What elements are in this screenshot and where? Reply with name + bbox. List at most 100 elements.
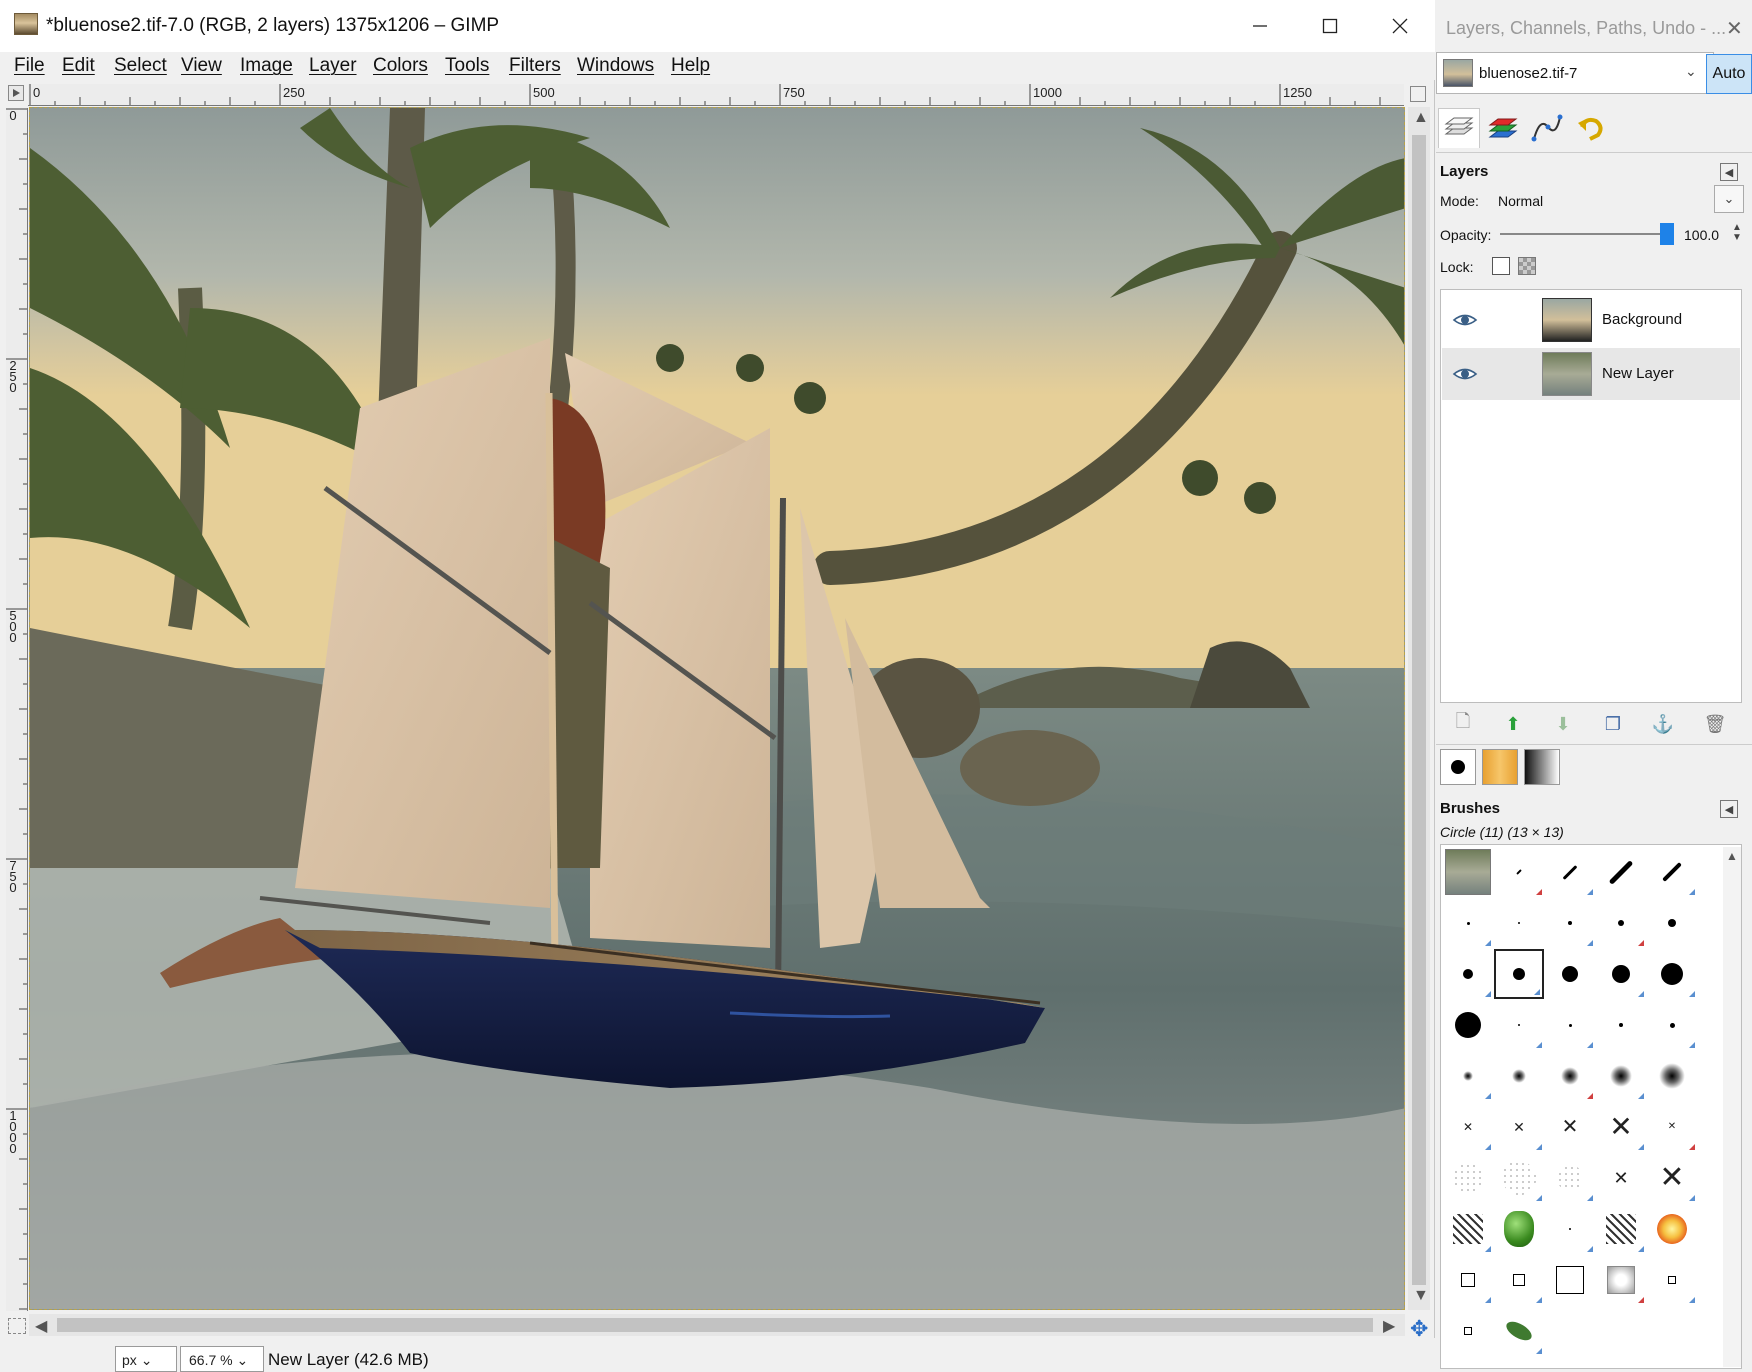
brush-item[interactable]: [1443, 1153, 1493, 1203]
duplicate-layer-icon[interactable]: ❐: [1602, 713, 1624, 735]
menu-colors[interactable]: Colors: [373, 55, 428, 77]
brush-item[interactable]: [1647, 898, 1697, 948]
vertical-scroll-thumb[interactable]: [1412, 135, 1426, 1285]
ruler-menu-button[interactable]: [8, 85, 24, 101]
brush-item[interactable]: [1494, 1204, 1544, 1254]
brush-item[interactable]: [1545, 847, 1595, 897]
layer-row[interactable]: New Layer: [1442, 348, 1740, 400]
brush-item[interactable]: [1494, 1153, 1544, 1203]
menu-select[interactable]: Select: [114, 55, 167, 77]
menu-image[interactable]: Image: [240, 55, 293, 77]
brush-grid-scrollbar[interactable]: ▲: [1723, 847, 1741, 1367]
tab-brushes[interactable]: [1440, 749, 1476, 785]
panel-menu-button[interactable]: ◀: [1720, 800, 1738, 818]
mode-select[interactable]: Normal: [1498, 193, 1543, 209]
brush-item[interactable]: [1596, 847, 1646, 897]
tab-undo[interactable]: [1570, 108, 1612, 148]
brush-item[interactable]: ✕: [1647, 1102, 1697, 1152]
tab-paths[interactable]: [1526, 108, 1568, 148]
brush-item[interactable]: [1596, 1051, 1646, 1101]
menu-windows[interactable]: Windows: [577, 55, 654, 77]
vertical-ruler[interactable]: 0 250 500 750 1000: [6, 108, 28, 1311]
maximize-button[interactable]: [1295, 0, 1365, 52]
lower-layer-icon[interactable]: ⬇: [1552, 713, 1574, 735]
brush-item[interactable]: [1443, 1306, 1493, 1356]
brush-item[interactable]: ✕: [1596, 1102, 1646, 1152]
scroll-up-icon[interactable]: ▲: [1726, 849, 1738, 863]
scroll-right-icon[interactable]: ▶: [1383, 1316, 1395, 1336]
raise-layer-icon[interactable]: ⬆: [1502, 713, 1524, 735]
menu-view[interactable]: View: [181, 55, 222, 77]
minimize-button[interactable]: [1225, 0, 1295, 52]
brush-item[interactable]: [1494, 949, 1544, 999]
close-icon[interactable]: ✕: [1726, 16, 1743, 41]
brush-item[interactable]: ✕: [1647, 1153, 1697, 1203]
brush-item[interactable]: [1545, 1255, 1595, 1305]
brush-item[interactable]: [1545, 1000, 1595, 1050]
menu-file[interactable]: File: [14, 55, 45, 77]
menu-tools[interactable]: Tools: [445, 55, 489, 77]
delete-layer-icon[interactable]: 🗑: [1704, 713, 1727, 735]
brush-item[interactable]: [1647, 847, 1697, 897]
tab-layers[interactable]: [1438, 108, 1480, 148]
panel-menu-button[interactable]: ◀: [1720, 163, 1738, 181]
brush-item[interactable]: [1494, 1051, 1544, 1101]
brush-item[interactable]: [1545, 1204, 1595, 1254]
brush-item[interactable]: [1494, 1306, 1544, 1356]
brush-item[interactable]: [1443, 898, 1493, 948]
lock-alpha-checkbox[interactable]: [1518, 257, 1536, 275]
lock-pixels-checkbox[interactable]: [1492, 257, 1510, 275]
horizontal-scrollbar[interactable]: ◀ ▶: [29, 1314, 1405, 1336]
tab-patterns[interactable]: [1482, 749, 1518, 785]
opacity-slider[interactable]: [1500, 233, 1660, 235]
menu-layer[interactable]: Layer: [309, 55, 357, 77]
brush-item[interactable]: [1545, 1051, 1595, 1101]
opacity-slider-handle[interactable]: [1660, 223, 1674, 245]
brush-item[interactable]: ✕: [1596, 1153, 1646, 1203]
new-layer-icon[interactable]: 🗋: [1452, 711, 1474, 735]
menu-help[interactable]: Help: [671, 55, 710, 77]
anchor-layer-icon[interactable]: ⚓: [1652, 713, 1674, 735]
scroll-left-icon[interactable]: ◀: [35, 1316, 47, 1336]
brush-item[interactable]: ✕: [1494, 1102, 1544, 1152]
brush-item[interactable]: ✕: [1443, 1102, 1493, 1152]
menu-filters[interactable]: Filters: [509, 55, 561, 77]
brush-item[interactable]: ✕: [1545, 1102, 1595, 1152]
vertical-scrollbar[interactable]: ▲ ▼: [1408, 107, 1430, 1310]
brush-item[interactable]: [1647, 1255, 1697, 1305]
chevron-down-icon[interactable]: ⌄: [1714, 185, 1744, 213]
horizontal-ruler[interactable]: 0 250 500 750 1000 1250: [28, 84, 1404, 106]
brush-item[interactable]: [1443, 949, 1493, 999]
scroll-down-icon[interactable]: ▼: [1413, 1287, 1429, 1305]
brush-item[interactable]: [1545, 949, 1595, 999]
brush-item[interactable]: [1596, 898, 1646, 948]
brush-item[interactable]: [1545, 1153, 1595, 1203]
brush-item[interactable]: [1443, 1051, 1493, 1101]
brush-item[interactable]: [1647, 1204, 1697, 1254]
brush-item[interactable]: [1647, 1051, 1697, 1101]
layer-row[interactable]: Background: [1442, 294, 1740, 346]
eye-icon[interactable]: [1452, 364, 1478, 384]
horizontal-scroll-thumb[interactable]: [57, 1318, 1373, 1332]
image-canvas[interactable]: [29, 107, 1405, 1310]
spin-arrows-icon[interactable]: ▲ ▼: [1732, 223, 1742, 243]
brush-item[interactable]: [1443, 847, 1493, 897]
brush-item[interactable]: [1494, 1255, 1544, 1305]
opacity-value[interactable]: 100.0: [1684, 227, 1719, 243]
unit-select[interactable]: px ⌄: [115, 1346, 177, 1372]
zoom-select[interactable]: 66.7 % ⌄: [180, 1346, 264, 1372]
tab-gradients[interactable]: [1524, 749, 1560, 785]
auto-button[interactable]: Auto: [1706, 54, 1752, 94]
brush-item[interactable]: [1443, 1204, 1493, 1254]
brush-item[interactable]: [1443, 1255, 1493, 1305]
brush-item[interactable]: [1647, 1000, 1697, 1050]
eye-icon[interactable]: [1452, 310, 1478, 330]
brush-item[interactable]: [1596, 949, 1646, 999]
brush-item[interactable]: [1596, 1000, 1646, 1050]
close-button[interactable]: [1365, 0, 1435, 52]
quick-mask-toggle[interactable]: [8, 1318, 26, 1334]
brush-item[interactable]: [1494, 898, 1544, 948]
tab-channels[interactable]: [1482, 108, 1524, 148]
menu-edit[interactable]: Edit: [62, 55, 95, 77]
scroll-up-icon[interactable]: ▲: [1413, 109, 1429, 127]
